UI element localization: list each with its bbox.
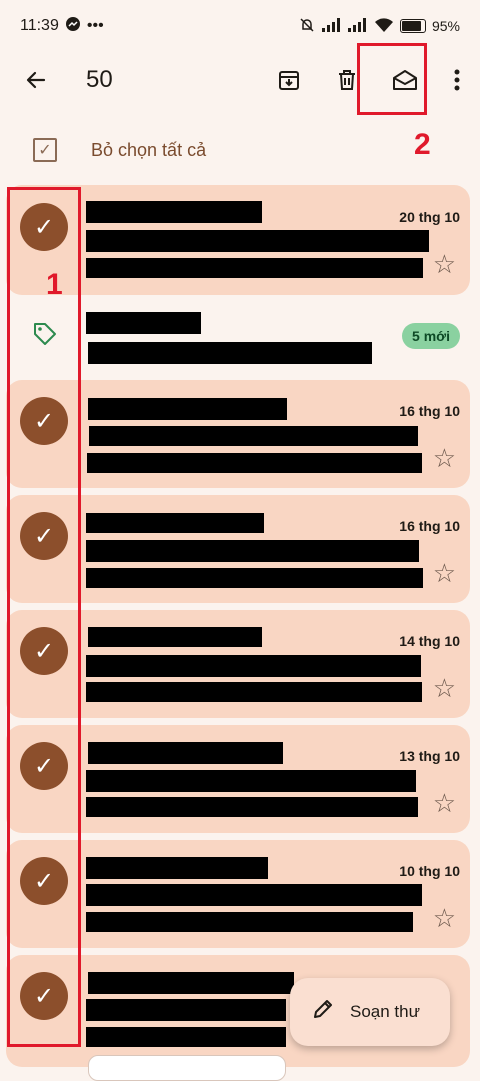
wifi-icon (374, 17, 394, 36)
status-time: 11:39 (20, 17, 59, 34)
new-count-badge: 5 mới (402, 323, 460, 349)
signal-icon-2 (347, 17, 368, 35)
signal-icon (321, 17, 342, 35)
redacted-snippet (86, 258, 423, 278)
star-icon[interactable]: ☆ (433, 905, 456, 931)
redacted-subject (88, 342, 372, 364)
attachment-chip[interactable] (88, 1055, 286, 1081)
battery-percent: 95% (431, 18, 460, 34)
redacted-subject (86, 540, 419, 562)
redacted-snippet (86, 568, 423, 588)
redacted-sender (88, 627, 262, 647)
redacted-sender (86, 201, 262, 223)
annotation-box-2 (357, 43, 427, 115)
compose-label: Soạn thư (350, 1002, 420, 1021)
redacted-snippet (86, 1027, 286, 1047)
redacted-subject (86, 770, 416, 792)
redacted-snippet (86, 682, 422, 702)
compose-button[interactable]: Soạn thư (290, 978, 450, 1046)
redacted-sender (88, 742, 283, 764)
redacted-sender (88, 398, 287, 420)
checkbox-checked-icon[interactable]: ✓ (33, 138, 57, 162)
redacted-sender (86, 312, 201, 334)
redacted-sender (86, 857, 268, 879)
more-options-icon[interactable] (434, 60, 480, 100)
star-icon[interactable]: ☆ (433, 560, 456, 586)
email-date: 16 thg 10 (399, 518, 460, 534)
more-notifications-icon: ••• (86, 17, 104, 34)
redacted-snippet (86, 797, 418, 817)
star-icon[interactable]: ☆ (433, 251, 456, 277)
pencil-icon (312, 998, 334, 1026)
redacted-snippet (86, 912, 413, 932)
redacted-sender (88, 972, 294, 994)
mute-icon (298, 16, 316, 37)
battery-icon (399, 19, 426, 33)
selected-count: 50 (86, 66, 113, 93)
redacted-subject (86, 655, 421, 677)
redacted-subject (86, 884, 422, 906)
star-icon[interactable]: ☆ (433, 445, 456, 471)
email-date: 20 thg 10 (399, 209, 460, 225)
deselect-all-row[interactable]: ✓ Bỏ chọn tất cả (0, 122, 480, 178)
star-icon[interactable]: ☆ (433, 675, 456, 701)
email-date: 13 thg 10 (399, 748, 460, 764)
email-date: 14 thg 10 (399, 633, 460, 649)
redacted-snippet (87, 453, 422, 473)
redacted-subject (86, 230, 429, 252)
redacted-subject (89, 426, 418, 446)
redacted-subject (86, 999, 286, 1021)
annotation-box-1 (7, 187, 81, 1047)
back-arrow-icon[interactable] (20, 64, 52, 96)
annotation-label-1: 1 (46, 268, 63, 301)
redacted-sender (86, 513, 264, 533)
deselect-all-label: Bỏ chọn tất cả (91, 139, 207, 160)
messenger-icon (65, 16, 81, 37)
email-date: 10 thg 10 (399, 863, 460, 879)
star-icon[interactable]: ☆ (433, 790, 456, 816)
email-date: 16 thg 10 (399, 403, 460, 419)
archive-icon[interactable] (260, 60, 318, 100)
